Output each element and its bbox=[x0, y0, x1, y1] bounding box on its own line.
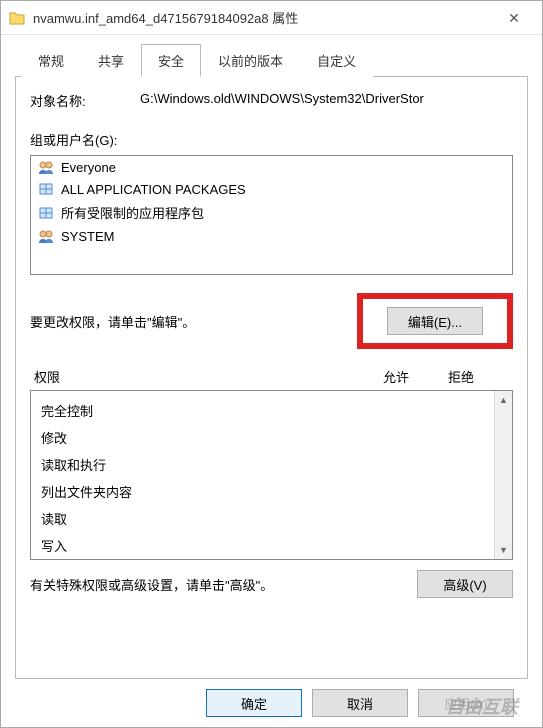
object-name-label: 对象名称: bbox=[30, 91, 140, 110]
dialog-body: 常规 共享 安全 以前的版本 自定义 对象名称: G:\Windows.old\… bbox=[1, 35, 542, 727]
list-item-label: ALL APPLICATION PACKAGES bbox=[61, 182, 246, 197]
permission-item[interactable]: 读取 bbox=[41, 505, 484, 532]
list-item[interactable]: SYSTEM bbox=[31, 225, 512, 247]
ok-button[interactable]: 确定 bbox=[206, 689, 302, 717]
edit-button[interactable]: 编辑(E)... bbox=[387, 307, 483, 335]
users-icon bbox=[37, 228, 55, 244]
group-users-label: 组或用户名(G): bbox=[30, 130, 513, 149]
edit-button-highlight: 编辑(E)... bbox=[357, 293, 513, 349]
group-users-listbox[interactable]: Everyone ALL APPLICATION PACKAGES 所有受限制的… bbox=[30, 155, 513, 275]
object-name-value: G:\Windows.old\WINDOWS\System32\DriverSt… bbox=[140, 91, 513, 110]
list-item-label: Everyone bbox=[61, 160, 116, 175]
permission-item[interactable]: 修改 bbox=[41, 424, 484, 451]
permission-item[interactable]: 列出文件夹内容 bbox=[41, 478, 484, 505]
tab-security[interactable]: 安全 bbox=[141, 44, 201, 77]
advanced-button[interactable]: 高级(V) bbox=[417, 570, 513, 598]
permissions-header-allow: 允许 bbox=[361, 367, 431, 386]
permissions-listbox[interactable]: 完全控制 修改 读取和执行 列出文件夹内容 读取 写入 ▲ ▼ bbox=[30, 390, 513, 560]
scroll-down-icon[interactable]: ▼ bbox=[495, 541, 512, 559]
advanced-row: 有关特殊权限或高级设置，请单击"高级"。 高级(V) bbox=[30, 570, 513, 598]
list-item[interactable]: ALL APPLICATION PACKAGES bbox=[31, 178, 512, 200]
apply-button[interactable]: 应用(A) bbox=[418, 689, 514, 717]
titlebar: nvamwu.inf_amd64_d4715679184092a8 属性 ✕ bbox=[1, 1, 542, 35]
edit-permissions-row: 要更改权限，请单击"编辑"。 编辑(E)... bbox=[30, 289, 513, 349]
scroll-up-icon[interactable]: ▲ bbox=[495, 391, 512, 409]
properties-dialog: nvamwu.inf_amd64_d4715679184092a8 属性 ✕ 常… bbox=[0, 0, 543, 728]
permission-item[interactable]: 写入 bbox=[41, 532, 484, 559]
cancel-button[interactable]: 取消 bbox=[312, 689, 408, 717]
permissions-list: 完全控制 修改 读取和执行 列出文件夹内容 读取 写入 bbox=[31, 391, 494, 559]
scroll-track[interactable] bbox=[495, 409, 512, 541]
permission-item[interactable]: 读取和执行 bbox=[41, 451, 484, 478]
folder-icon bbox=[9, 10, 25, 26]
permission-item[interactable]: 完全控制 bbox=[41, 397, 484, 424]
list-item-label: SYSTEM bbox=[61, 229, 114, 244]
permissions-header-name: 权限 bbox=[34, 367, 361, 386]
window-title: nvamwu.inf_amd64_d4715679184092a8 属性 bbox=[33, 8, 494, 27]
permissions-header-deny: 拒绝 bbox=[431, 367, 491, 386]
list-item-label: 所有受限制的应用程序包 bbox=[61, 203, 204, 222]
permissions-header: 权限 允许 拒绝 bbox=[30, 367, 513, 390]
tab-custom[interactable]: 自定义 bbox=[300, 44, 373, 77]
edit-permissions-text: 要更改权限，请单击"编辑"。 bbox=[30, 312, 357, 331]
tab-sharing[interactable]: 共享 bbox=[81, 44, 141, 77]
advanced-text: 有关特殊权限或高级设置，请单击"高级"。 bbox=[30, 575, 417, 594]
package-icon bbox=[37, 205, 55, 221]
dialog-footer: 确定 取消 应用(A) 自由互联 bbox=[15, 679, 528, 727]
security-panel: 对象名称: G:\Windows.old\WINDOWS\System32\Dr… bbox=[15, 77, 528, 679]
list-item[interactable]: Everyone bbox=[31, 156, 512, 178]
tab-general[interactable]: 常规 bbox=[21, 44, 81, 77]
tab-previous-versions[interactable]: 以前的版本 bbox=[201, 44, 300, 77]
list-item[interactable]: 所有受限制的应用程序包 bbox=[31, 200, 512, 225]
tab-strip: 常规 共享 安全 以前的版本 自定义 bbox=[15, 43, 528, 77]
object-name-row: 对象名称: G:\Windows.old\WINDOWS\System32\Dr… bbox=[30, 91, 513, 110]
scrollbar[interactable]: ▲ ▼ bbox=[494, 391, 512, 559]
users-icon bbox=[37, 159, 55, 175]
close-button[interactable]: ✕ bbox=[494, 4, 534, 32]
package-icon bbox=[37, 181, 55, 197]
